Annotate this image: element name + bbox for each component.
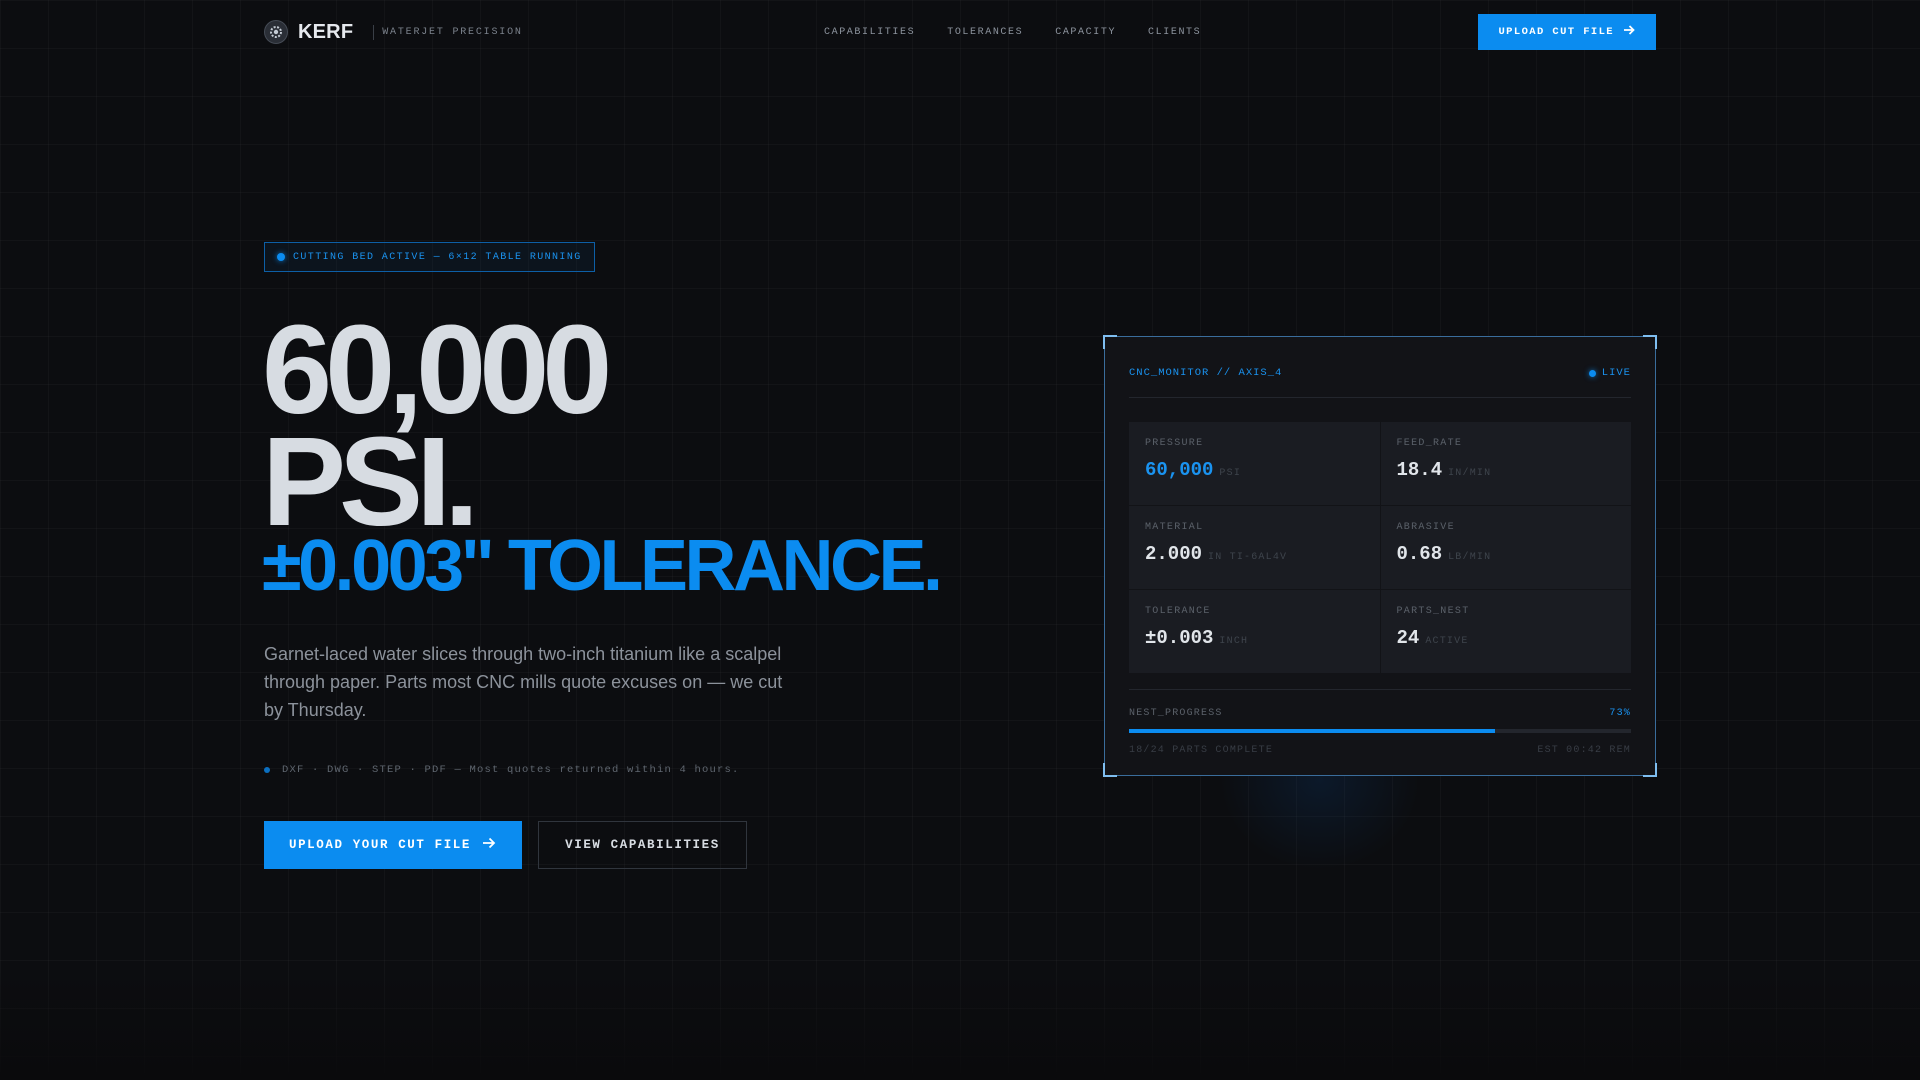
metric-value: 2.000 bbox=[1145, 543, 1203, 565]
metric-label: TOLERANCE bbox=[1145, 606, 1211, 617]
panel-title: CNC_MONITOR // AXIS_4 bbox=[1129, 367, 1283, 379]
metric-unit: LB/MIN bbox=[1448, 552, 1492, 563]
progress-label: NEST_PROGRESS bbox=[1129, 708, 1223, 719]
panel-corner bbox=[1103, 335, 1117, 349]
view-capabilities-button[interactable]: VIEW CAPABILITIES bbox=[538, 821, 747, 869]
progress-footer: 18/24 PARTS COMPLETE EST 00:42 REM bbox=[1129, 745, 1631, 756]
metric-label: PARTS_NEST bbox=[1396, 606, 1470, 617]
status-badge: CUTTING BED ACTIVE — 6×12 TABLE RUNNING bbox=[264, 242, 595, 272]
metric-label: FEED_RATE bbox=[1396, 438, 1463, 449]
status-text: CUTTING BED ACTIVE — 6×12 TABLE RUNNING bbox=[293, 251, 582, 263]
panel-divider bbox=[1129, 689, 1631, 690]
nav-link-clients[interactable]: CLIENTS bbox=[1148, 27, 1201, 38]
panel-corner bbox=[1643, 763, 1657, 777]
metric-value: ±0.003 bbox=[1145, 627, 1214, 649]
headline-tolerance: ±0.003" TOLERANCE. bbox=[262, 526, 943, 606]
arrow-right-icon bbox=[481, 835, 497, 855]
panel-corner bbox=[1103, 763, 1117, 777]
file-formats-text: DXF · DWG · STEP · PDF — Most quotes ret… bbox=[282, 764, 740, 776]
live-indicator: LIVE bbox=[1588, 367, 1631, 379]
metric-label: PRESSURE bbox=[1145, 438, 1204, 449]
upload-cut-file-label: UPLOAD CUT FILE bbox=[1498, 26, 1614, 38]
live-label: LIVE bbox=[1601, 367, 1631, 379]
panel-corner bbox=[1643, 335, 1657, 349]
bottom-fade bbox=[0, 970, 1920, 1080]
nav-links: CAPABILITIES TOLERANCES CAPACITY CLIENTS bbox=[824, 27, 1201, 38]
metric-pressure: PRESSURE 60,000 PSI bbox=[1129, 422, 1380, 505]
top-nav: KERF WATERJET PRECISION CAPABILITIES TOL… bbox=[264, 14, 1656, 50]
panel-header: CNC_MONITOR // AXIS_4 LIVE bbox=[1129, 361, 1631, 385]
metric-unit: IN TI-6AL4V bbox=[1208, 552, 1288, 563]
brand-name: KERF bbox=[298, 20, 354, 43]
metric-material: MATERIAL 2.000 IN TI-6AL4V bbox=[1129, 506, 1380, 589]
metric-value: 0.68 bbox=[1396, 543, 1443, 565]
arrow-right-icon bbox=[1622, 23, 1636, 41]
metrics-grid: PRESSURE 60,000 PSI FEED_RATE 18.4 IN/MI… bbox=[1129, 422, 1631, 673]
metric-label: MATERIAL bbox=[1145, 522, 1204, 533]
metric-value: 18.4 bbox=[1396, 459, 1443, 481]
gear-icon bbox=[264, 20, 288, 44]
status-dot-icon bbox=[277, 253, 285, 261]
brand[interactable]: KERF WATERJET PRECISION bbox=[264, 20, 824, 44]
metric-label: ABRASIVE bbox=[1396, 522, 1455, 533]
nav-link-capabilities[interactable]: CAPABILITIES bbox=[824, 27, 915, 38]
bullet-dot-icon bbox=[264, 767, 270, 773]
metric-unit: IN/MIN bbox=[1448, 468, 1492, 479]
panel-divider bbox=[1129, 397, 1631, 398]
upload-your-cut-file-button[interactable]: UPLOAD YOUR CUT FILE bbox=[264, 821, 522, 869]
metric-unit: PSI bbox=[1219, 468, 1242, 479]
metric-unit: ACTIVE bbox=[1425, 636, 1469, 647]
eta-text: EST 00:42 REM bbox=[1537, 745, 1631, 756]
hero-description: Garnet-laced water slices through two-in… bbox=[264, 644, 783, 720]
brand-tagline: WATERJET PRECISION bbox=[382, 26, 523, 38]
progress-bar bbox=[1129, 729, 1631, 733]
metric-abrasive: ABRASIVE 0.68 LB/MIN bbox=[1380, 506, 1631, 589]
metric-feed-rate: FEED_RATE 18.4 IN/MIN bbox=[1380, 422, 1631, 505]
cnc-monitor-panel: CNC_MONITOR // AXIS_4 LIVE PRESSURE 60,0… bbox=[1103, 335, 1657, 777]
metric-unit: INCH bbox=[1219, 636, 1249, 647]
progress-percent: 73% bbox=[1609, 708, 1631, 719]
metric-value: 24 bbox=[1396, 627, 1420, 649]
progress-header: NEST_PROGRESS 73% bbox=[1129, 708, 1631, 719]
metric-value: 60,000 bbox=[1145, 459, 1214, 481]
live-dot-icon bbox=[1588, 369, 1596, 377]
upload-your-cut-file-label: UPLOAD YOUR CUT FILE bbox=[288, 838, 472, 852]
parts-complete-text: 18/24 PARTS COMPLETE bbox=[1129, 745, 1274, 756]
metric-parts-nest: PARTS_NEST 24 ACTIVE bbox=[1380, 590, 1631, 673]
metric-tolerance: TOLERANCE ±0.003 INCH bbox=[1129, 590, 1380, 673]
nav-link-capacity[interactable]: CAPACITY bbox=[1055, 27, 1116, 38]
file-formats-note: DXF · DWG · STEP · PDF — Most quotes ret… bbox=[264, 764, 740, 776]
brand-divider bbox=[373, 24, 375, 40]
progress-bar-fill bbox=[1129, 729, 1496, 733]
nav-link-tolerances[interactable]: TOLERANCES bbox=[947, 27, 1023, 38]
upload-cut-file-button[interactable]: UPLOAD CUT FILE bbox=[1478, 14, 1656, 50]
